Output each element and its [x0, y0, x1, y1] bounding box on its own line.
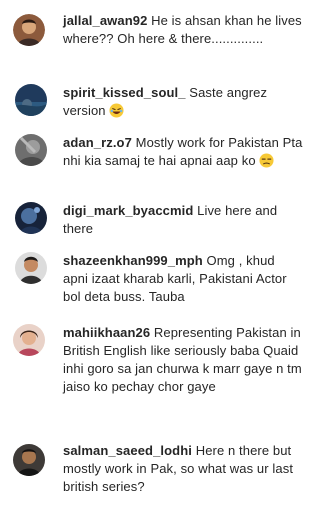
comment-username[interactable]: digi_mark_byaccmid	[63, 203, 193, 218]
avatar[interactable]	[15, 202, 47, 234]
avatar[interactable]	[15, 84, 47, 116]
unamused-face-icon	[259, 153, 274, 168]
comment-text: shazeenkhan999_mph Omg , khud apni izaat…	[63, 252, 303, 306]
comment-username[interactable]: shazeenkhan999_mph	[63, 253, 203, 268]
comment-username[interactable]: salman_saeed_lodhi	[63, 443, 192, 458]
avatar[interactable]	[13, 324, 45, 356]
comment-text: jallal_awan92 He is ahsan khan he lives …	[63, 12, 303, 48]
comment-username[interactable]: jallal_awan92	[63, 13, 147, 28]
comment-username[interactable]: spirit_kissed_soul_	[63, 85, 186, 100]
comment-username[interactable]: mahiikhaan26	[63, 325, 150, 340]
comment-username[interactable]: adan_rz.o7	[63, 135, 132, 150]
avatar[interactable]	[13, 14, 45, 46]
avatar[interactable]	[15, 134, 47, 166]
comment-text: digi_mark_byaccmid Live here and there	[63, 202, 308, 238]
comment-text: salman_saeed_lodhi Here n there but most…	[63, 442, 313, 496]
comment-text: mahiikhaan26 Representing Pakistan in Br…	[63, 324, 311, 396]
comment-text: spirit_kissed_soul_ Saste angrez version	[63, 84, 308, 120]
comment-text: adan_rz.o7 Mostly work for Pakistan Pta …	[63, 134, 313, 170]
avatar[interactable]	[15, 252, 47, 284]
laughing-face-icon	[109, 103, 124, 118]
avatar[interactable]	[13, 444, 45, 476]
